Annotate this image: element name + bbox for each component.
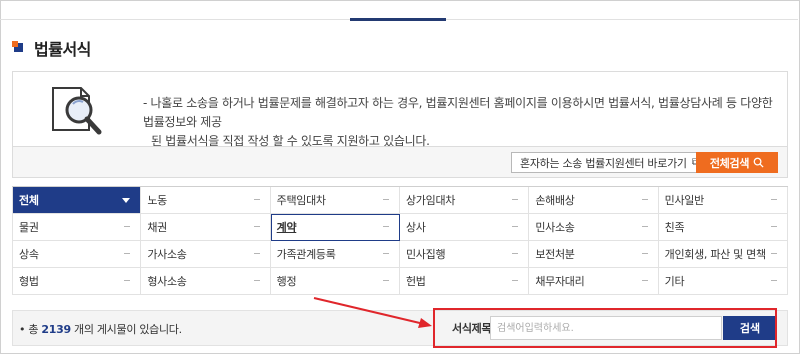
category-label: 상속	[19, 248, 39, 261]
category-item[interactable]: 노동	[141, 187, 271, 214]
minus-icon	[512, 253, 519, 254]
category-item[interactable]: 주택임대차	[270, 187, 400, 214]
category-label: 물권	[19, 221, 39, 234]
category-item[interactable]: 헌법	[399, 268, 530, 295]
category-label: 기타	[664, 275, 685, 288]
category-item[interactable]: 계약	[270, 214, 400, 241]
category-item[interactable]: 행정	[270, 268, 400, 295]
category-label: 주택임대차	[276, 194, 326, 207]
minus-icon	[253, 253, 260, 254]
minus-icon	[512, 199, 519, 200]
search-icon	[753, 157, 764, 168]
minus-icon	[253, 280, 260, 281]
minus-icon	[253, 226, 260, 227]
minus-icon	[382, 199, 389, 200]
search-all-button[interactable]: 전체검색	[696, 152, 778, 173]
category-item[interactable]: 민사일반	[658, 187, 788, 214]
minus-icon	[512, 226, 519, 227]
category-item[interactable]: 상사	[399, 214, 530, 241]
search-button[interactable]: 검색	[723, 316, 777, 340]
category-item[interactable]: 상속	[12, 241, 142, 268]
category-label: 채권	[147, 221, 167, 234]
category-item[interactable]: 물권	[12, 214, 142, 241]
category-label: 노동	[147, 194, 167, 207]
minus-icon	[770, 199, 777, 200]
category-item[interactable]: 가사소송	[141, 241, 271, 268]
title-bullet-icon	[12, 41, 26, 55]
post-count-value: 2139	[41, 323, 71, 336]
category-item[interactable]: 민사소송	[529, 214, 659, 241]
category-grid: 전체 노동 주택임대차 상가임대차 손해배상 민사일반물권 채권 계약 상사 민사소송 친족상속 가사…	[12, 186, 788, 295]
minus-icon	[124, 253, 131, 254]
minus-icon	[382, 253, 389, 254]
category-item[interactable]: 개인회생, 파산 및 면책	[658, 241, 788, 268]
category-item[interactable]: 민사집행	[399, 241, 530, 268]
minus-icon	[641, 253, 648, 254]
caret-down-icon	[122, 198, 131, 203]
category-item[interactable]: 친족	[658, 214, 788, 241]
lawsuit-guide-label: 혼자하는 소송 법률지원센터 바로가기	[520, 156, 687, 170]
category-item[interactable]: 기타	[658, 268, 788, 295]
category-label: 가족관계등록	[276, 248, 336, 261]
category-label: 상가임대차	[405, 194, 456, 207]
category-item[interactable]: 형사소송	[141, 268, 271, 295]
page-title: 법률서식	[34, 40, 91, 59]
category-item[interactable]: 손해배상	[529, 187, 659, 214]
category-label: 행정	[276, 275, 297, 288]
post-count-text: • 총 2139 개의 게시물이 있습니다.	[19, 321, 182, 337]
category-item[interactable]: 전체	[12, 187, 142, 214]
category-label: 보전처분	[535, 248, 575, 261]
lawsuit-guide-link-button[interactable]: 혼자하는 소송 법률지원센터 바로가기 ⧉	[511, 152, 708, 173]
document-magnifier-icon	[52, 87, 102, 135]
category-label: 가사소송	[147, 248, 187, 261]
intro-line-1: - 나홀로 소송을 하거나 법률문제를 해결하고자 하는 경우, 법률지원센터 …	[143, 96, 773, 129]
intro-box: - 나홀로 소송을 하거나 법률문제를 해결하고자 하는 경우, 법률지원센터 …	[12, 71, 788, 148]
category-label: 형사소송	[147, 275, 187, 288]
category-label: 민사일반	[664, 194, 705, 207]
minus-icon	[512, 280, 519, 281]
active-tab-indicator	[350, 18, 446, 21]
category-label: 계약	[276, 221, 297, 234]
minus-icon	[382, 280, 389, 281]
category-label: 개인회생, 파산 및 면책	[664, 248, 766, 261]
minus-icon	[770, 253, 777, 254]
post-count-suffix: 개의 게시물이 있습니다.	[70, 323, 182, 336]
minus-icon	[770, 226, 777, 227]
post-count-prefix: • 총	[19, 323, 42, 336]
search-all-label: 전체검색	[709, 156, 750, 170]
minus-icon	[124, 226, 131, 227]
category-label: 채무자대리	[535, 275, 585, 288]
intro-description: - 나홀로 소송을 하거나 법률문제를 해결하고자 하는 경우, 법률지원센터 …	[143, 94, 781, 151]
category-item[interactable]: 가족관계등록	[270, 241, 400, 268]
category-label: 상사	[405, 221, 426, 234]
minus-icon	[124, 280, 131, 281]
search-field-label: 서식제목	[452, 322, 492, 335]
category-label: 민사소송	[535, 221, 575, 234]
minus-icon	[253, 199, 260, 200]
minus-icon	[641, 226, 648, 227]
minus-icon	[770, 280, 777, 281]
category-item[interactable]: 보전처분	[529, 241, 659, 268]
search-input[interactable]	[490, 316, 722, 340]
category-item[interactable]: 채무자대리	[529, 268, 659, 295]
action-bar: 혼자하는 소송 법률지원센터 바로가기 ⧉ 전체검색	[12, 147, 788, 178]
minus-icon	[382, 226, 389, 227]
minus-icon	[641, 199, 648, 200]
category-label: 손해배상	[535, 194, 575, 207]
category-label: 민사집행	[405, 248, 446, 261]
category-item[interactable]: 상가임대차	[399, 187, 530, 214]
category-label: 형법	[19, 275, 39, 288]
category-label: 헌법	[405, 275, 426, 288]
category-item[interactable]: 채권	[141, 214, 271, 241]
minus-icon	[641, 280, 648, 281]
category-label: 친족	[664, 221, 685, 234]
top-tab-bar	[0, 0, 798, 20]
page-title-area: 법률서식	[12, 38, 91, 59]
category-label: 전체	[19, 194, 39, 207]
category-item[interactable]: 형법	[12, 268, 142, 295]
